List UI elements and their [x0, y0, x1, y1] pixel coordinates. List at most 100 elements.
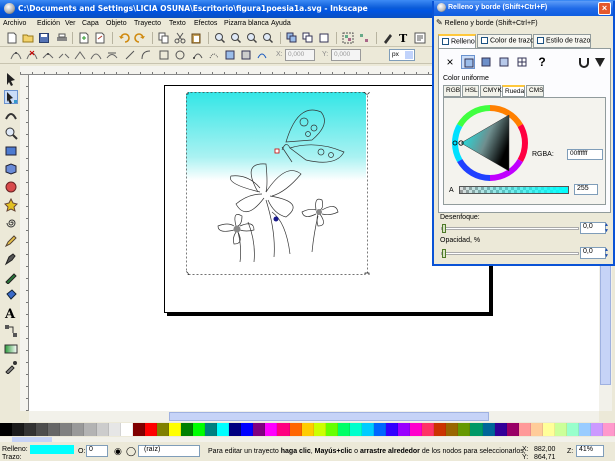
- palette-swatch[interactable]: [518, 423, 531, 436]
- zoom-drawing-icon[interactable]: [230, 32, 242, 44]
- palette-swatch[interactable]: [24, 423, 37, 436]
- tab-cmyk[interactable]: CMYK: [480, 85, 502, 97]
- palette-swatch[interactable]: [168, 423, 181, 436]
- menu-trayecto[interactable]: Trayecto: [134, 20, 161, 27]
- fill-rule-nonzero-icon[interactable]: [593, 55, 607, 69]
- break-path-icon[interactable]: [58, 49, 70, 61]
- x-coord-input[interactable]: 0,000: [285, 49, 315, 61]
- palette-swatch[interactable]: [108, 423, 121, 436]
- tab-wheel[interactable]: Rueda: [502, 85, 525, 97]
- star-tool-icon[interactable]: [4, 198, 18, 212]
- flower-butterfly-artwork[interactable]: [186, 92, 370, 275]
- import-icon[interactable]: [78, 32, 90, 44]
- palette-swatch[interactable]: [325, 423, 338, 436]
- print-icon[interactable]: [56, 32, 68, 44]
- undo-icon[interactable]: [118, 32, 130, 44]
- palette-swatch[interactable]: [410, 423, 423, 436]
- palette-swatch[interactable]: [313, 423, 326, 436]
- palette-swatch[interactable]: [361, 423, 374, 436]
- horizontal-scroll-thumb[interactable]: [169, 412, 489, 421]
- rgba-field[interactable]: 00ffffff: [567, 149, 603, 160]
- show-handles-icon[interactable]: [192, 49, 204, 61]
- palette-swatch[interactable]: [530, 423, 543, 436]
- palette-swatch[interactable]: [132, 423, 145, 436]
- zoom-tool-icon[interactable]: [4, 126, 18, 140]
- segment-line-icon[interactable]: [124, 49, 136, 61]
- join-nodes-icon[interactable]: [42, 49, 54, 61]
- horizontal-scrollbar[interactable]: [29, 411, 599, 422]
- dialog-title-bar[interactable]: Relleno y borde (Shift+Ctrl+F) ×: [434, 1, 613, 16]
- path-effect-icon[interactable]: [256, 49, 268, 61]
- segment-curve-icon[interactable]: [140, 49, 152, 61]
- menu-capa[interactable]: Capa: [82, 20, 99, 27]
- flat-color-icon[interactable]: [461, 55, 475, 69]
- ellipse-tool-icon[interactable]: [4, 180, 18, 194]
- palette-swatch[interactable]: [506, 423, 519, 436]
- palette-swatch[interactable]: [301, 423, 314, 436]
- palette-swatch[interactable]: [482, 423, 495, 436]
- no-paint-icon[interactable]: ×: [443, 55, 457, 69]
- palette-swatch[interactable]: [446, 423, 459, 436]
- palette-swatch[interactable]: [470, 423, 483, 436]
- duplicate-icon[interactable]: [286, 32, 298, 44]
- unit-select[interactable]: px: [389, 49, 415, 61]
- node-smooth-icon[interactable]: [90, 49, 102, 61]
- export-icon[interactable]: [94, 32, 106, 44]
- save-icon[interactable]: [38, 32, 50, 44]
- tab-stroke-paint[interactable]: Color de trazo: [477, 34, 534, 48]
- menu-efectos[interactable]: Efectos: [194, 20, 217, 27]
- menu-objeto[interactable]: Objeto: [106, 20, 127, 27]
- opacity-slider[interactable]: [441, 252, 579, 255]
- menu-pizarra-blanca[interactable]: Pizarra blanca: [224, 20, 269, 27]
- unlink-clone-icon[interactable]: [318, 32, 330, 44]
- insert-node-icon[interactable]: [10, 49, 22, 61]
- palette-swatch[interactable]: [434, 423, 447, 436]
- y-coord-input[interactable]: 0,000: [331, 49, 361, 61]
- pen-tool-icon[interactable]: [4, 252, 18, 266]
- paint-bucket-tool-icon[interactable]: [4, 288, 18, 302]
- opacity-field[interactable]: 0: [86, 445, 108, 457]
- palette-swatch[interactable]: [120, 423, 133, 436]
- menu-ayuda[interactable]: Ayuda: [271, 20, 291, 27]
- zoom-width-icon[interactable]: [262, 32, 274, 44]
- palette-swatch[interactable]: [60, 423, 73, 436]
- menu-texto[interactable]: Texto: [169, 20, 186, 27]
- pencil-tool-icon[interactable]: [4, 234, 18, 248]
- xml-editor-icon[interactable]: [414, 32, 426, 44]
- palette-swatch[interactable]: [542, 423, 555, 436]
- opacity-spinner-icon[interactable]: ▲ ▼: [604, 247, 610, 259]
- dialog-close-button[interactable]: ×: [598, 2, 611, 15]
- palette-swatch[interactable]: [591, 423, 604, 436]
- tweak-tool-icon[interactable]: [4, 108, 18, 122]
- alpha-value-field[interactable]: 255: [574, 184, 598, 195]
- selector-tool-icon[interactable]: [4, 72, 18, 86]
- cut-icon[interactable]: [174, 32, 186, 44]
- palette-swatch[interactable]: [72, 423, 85, 436]
- blur-value-field[interactable]: 0,0: [580, 222, 606, 234]
- menu-edicion[interactable]: Edición: [37, 20, 60, 27]
- palette-swatch[interactable]: [337, 423, 350, 436]
- redo-icon[interactable]: [134, 32, 146, 44]
- tab-stroke-style[interactable]: Estilo de trazo: [533, 34, 591, 48]
- palette-swatch[interactable]: [603, 423, 615, 436]
- gradient-tool-icon[interactable]: [4, 342, 18, 356]
- inkscape-app-icon[interactable]: [4, 3, 15, 14]
- palette-swatch[interactable]: [36, 423, 49, 436]
- palette-swatch[interactable]: [217, 423, 230, 436]
- palette-swatch[interactable]: [144, 423, 157, 436]
- palette-swatch[interactable]: [0, 423, 13, 436]
- tab-hsl[interactable]: HSL: [462, 85, 479, 97]
- opacity-value-field[interactable]: 0,0: [580, 247, 606, 259]
- spiral-tool-icon[interactable]: [4, 216, 18, 230]
- layer-visibility-icon[interactable]: ◉: [114, 446, 122, 457]
- node-symmetric-icon[interactable]: [106, 49, 118, 61]
- tab-cms[interactable]: CMS: [526, 85, 544, 97]
- palette-swatch[interactable]: [386, 423, 399, 436]
- text-tool-icon[interactable]: A: [4, 306, 18, 320]
- palette-swatch[interactable]: [458, 423, 471, 436]
- calligraphy-tool-icon[interactable]: [4, 270, 18, 284]
- blur-slider-knob[interactable]: [442, 224, 446, 233]
- object-to-path-icon[interactable]: [158, 49, 170, 61]
- palette-swatch[interactable]: [349, 423, 362, 436]
- paste-icon[interactable]: [190, 32, 202, 44]
